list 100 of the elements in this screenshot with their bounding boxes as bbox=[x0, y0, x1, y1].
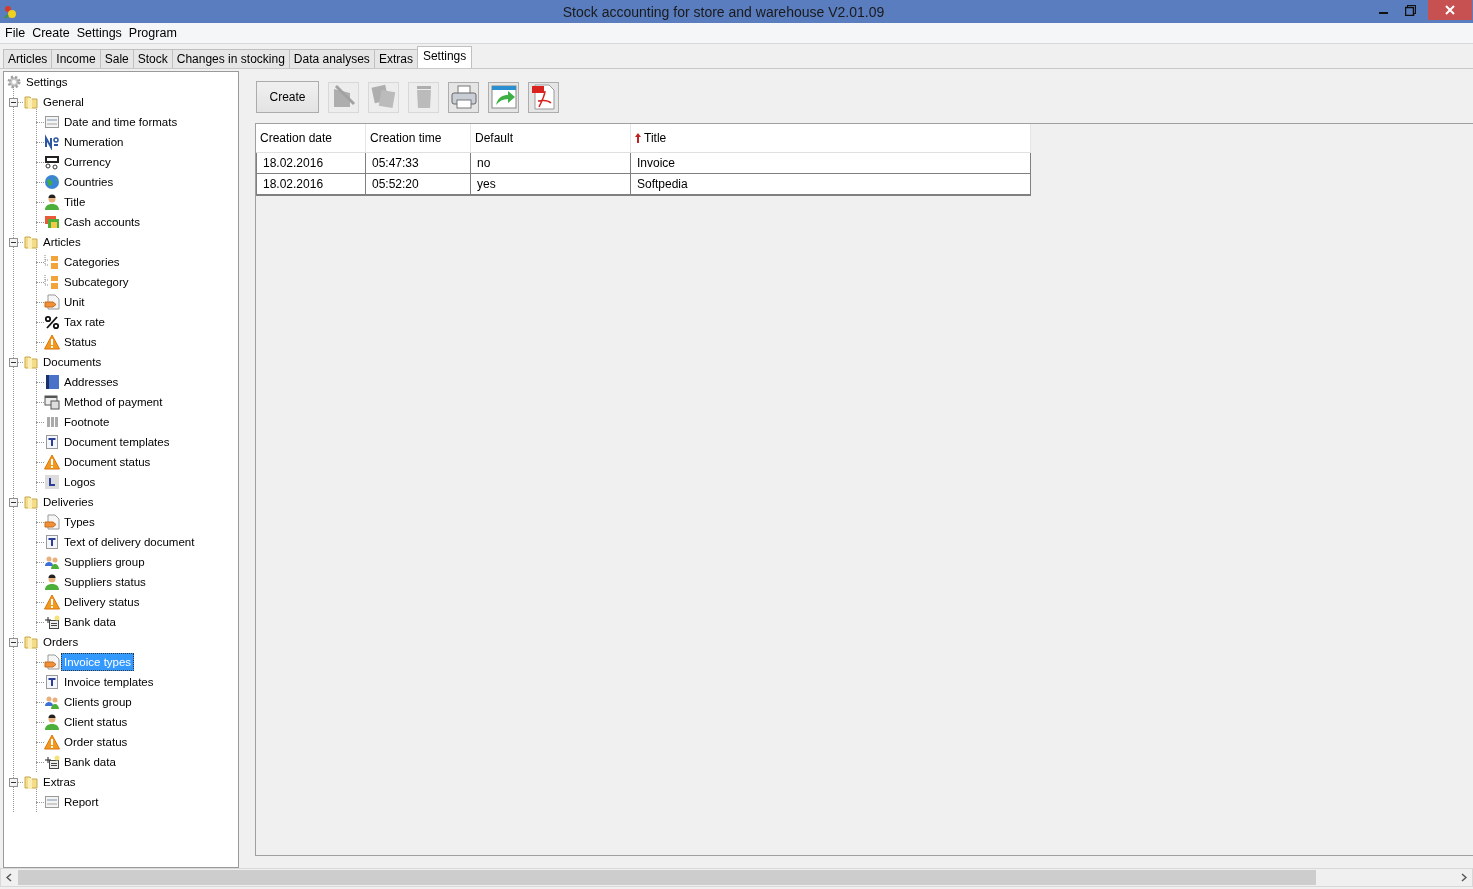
tree-item[interactable]: Bank data bbox=[61, 613, 119, 631]
payment-icon bbox=[44, 394, 60, 410]
tab[interactable]: Articles bbox=[3, 49, 53, 68]
table-cell: 05:52:20 bbox=[366, 174, 471, 194]
tree-item[interactable]: General bbox=[40, 93, 87, 111]
tree-item[interactable]: Extras bbox=[40, 773, 79, 791]
tab[interactable]: Stock bbox=[132, 49, 173, 68]
tree-item[interactable]: Text of delivery document bbox=[61, 533, 198, 551]
printer-button[interactable] bbox=[448, 81, 479, 113]
table-cell: yes bbox=[471, 174, 631, 194]
document-icon bbox=[44, 434, 60, 450]
tab[interactable]: Extras bbox=[373, 49, 418, 68]
scrollbar-thumb[interactable] bbox=[18, 870, 1316, 885]
tree-item[interactable]: Status bbox=[61, 333, 100, 351]
tree-item[interactable]: Document templates bbox=[61, 433, 173, 451]
tree-item[interactable]: Orders bbox=[40, 633, 82, 651]
collapse-icon[interactable] bbox=[9, 637, 18, 647]
tree-item[interactable]: Articles bbox=[40, 233, 84, 251]
minimize-icon bbox=[1379, 12, 1388, 14]
tree-item[interactable]: Settings bbox=[23, 73, 71, 91]
collapse-icon[interactable] bbox=[9, 497, 18, 507]
header-label: Default bbox=[475, 131, 514, 145]
window-title: Stock accounting for store and warehouse V2.01.09 bbox=[561, 3, 886, 20]
tree-item[interactable]: Documents bbox=[40, 353, 105, 371]
tree-item[interactable]: Title bbox=[61, 193, 89, 211]
header-label: Title bbox=[644, 131, 667, 145]
horizontal-scrollbar[interactable] bbox=[0, 868, 1473, 887]
warning-icon bbox=[44, 334, 60, 350]
tree-item[interactable]: Order status bbox=[61, 733, 131, 751]
column-header[interactable]: Creation time bbox=[366, 124, 471, 152]
tree-item[interactable]: Delivery status bbox=[61, 593, 143, 611]
menu-item[interactable]: File bbox=[2, 26, 30, 40]
close-icon bbox=[1445, 5, 1455, 15]
person-icon bbox=[44, 574, 60, 590]
pdf-icon bbox=[529, 83, 558, 111]
column-header[interactable]: Title bbox=[631, 124, 1031, 152]
tree-item[interactable]: Date and time formats bbox=[61, 113, 181, 131]
folder-icon bbox=[23, 494, 39, 510]
export-icon bbox=[489, 83, 518, 111]
document-icon bbox=[44, 674, 60, 690]
copy-icon bbox=[369, 83, 398, 111]
tree-item[interactable]: Logos bbox=[61, 473, 99, 491]
create-button[interactable]: Create bbox=[256, 81, 319, 113]
tree-item[interactable]: Invoice templates bbox=[61, 673, 157, 691]
tree-item[interactable]: Clients group bbox=[61, 693, 135, 711]
menu-item[interactable]: Program bbox=[125, 26, 181, 40]
folder-icon bbox=[23, 354, 39, 370]
header-label: Creation date bbox=[260, 131, 333, 145]
cash-register-icon bbox=[44, 154, 60, 170]
tree-item[interactable]: Deliveries bbox=[40, 493, 97, 511]
tree-item[interactable]: Countries bbox=[61, 173, 117, 191]
person-icon bbox=[44, 194, 60, 210]
person-icon bbox=[44, 714, 60, 730]
warning-icon bbox=[44, 454, 60, 470]
folder-icon bbox=[23, 234, 39, 250]
tab[interactable]: Data analyses bbox=[288, 49, 375, 68]
collapse-icon[interactable] bbox=[9, 357, 18, 367]
number-icon bbox=[44, 134, 60, 150]
folder-icon bbox=[23, 94, 39, 110]
tree-item[interactable]: Addresses bbox=[61, 373, 122, 391]
tree-item[interactable]: Numeration bbox=[61, 133, 127, 151]
tree-item[interactable]: Suppliers status bbox=[61, 573, 149, 591]
tab[interactable]: Settings bbox=[416, 46, 473, 68]
menu-item[interactable]: Settings bbox=[73, 26, 126, 40]
menu-item[interactable]: Create bbox=[29, 26, 74, 40]
tab[interactable]: Income bbox=[51, 49, 101, 68]
export-button[interactable] bbox=[488, 81, 519, 113]
column-header[interactable]: Default bbox=[471, 124, 631, 152]
book-icon bbox=[44, 374, 60, 390]
header-label: Creation time bbox=[370, 131, 442, 145]
tree-item[interactable]: Footnote bbox=[61, 413, 113, 431]
table-cell: 05:47:33 bbox=[366, 153, 471, 173]
tab[interactable]: Sale bbox=[99, 49, 134, 68]
tree-item[interactable]: Method of payment bbox=[61, 393, 166, 411]
scroll-right-icon bbox=[1461, 873, 1467, 882]
tree-item[interactable]: Unit bbox=[61, 293, 88, 311]
tree-item[interactable]: Bank data bbox=[61, 753, 119, 771]
close-button[interactable] bbox=[1428, 0, 1472, 20]
columns-icon bbox=[44, 414, 60, 430]
logo-icon bbox=[44, 474, 60, 490]
tree-item[interactable]: Cash accounts bbox=[61, 213, 144, 231]
tree-item[interactable]: Categories bbox=[61, 253, 123, 271]
collapse-icon[interactable] bbox=[9, 237, 18, 247]
table-cell: no bbox=[471, 153, 631, 173]
collapse-icon[interactable] bbox=[9, 97, 18, 107]
tab[interactable]: Changes in stocking bbox=[171, 49, 290, 68]
bank-icon bbox=[44, 614, 60, 630]
pdf-button[interactable] bbox=[528, 81, 559, 113]
tree-item[interactable]: Document status bbox=[61, 453, 154, 471]
column-header[interactable]: Creation date bbox=[256, 124, 366, 152]
globe-icon bbox=[44, 174, 60, 190]
tree-item[interactable]: Currency bbox=[61, 153, 114, 171]
tree-item[interactable]: Subcategory bbox=[61, 273, 132, 291]
tree-item[interactable]: Tax rate bbox=[61, 313, 108, 331]
collapse-icon[interactable] bbox=[9, 777, 18, 787]
folder-icon bbox=[23, 634, 39, 650]
tree-item[interactable]: Client status bbox=[61, 713, 131, 731]
tree-item[interactable]: Report bbox=[61, 793, 102, 811]
tree-item[interactable]: Types bbox=[61, 513, 98, 531]
tree-item[interactable]: Suppliers group bbox=[61, 553, 148, 571]
